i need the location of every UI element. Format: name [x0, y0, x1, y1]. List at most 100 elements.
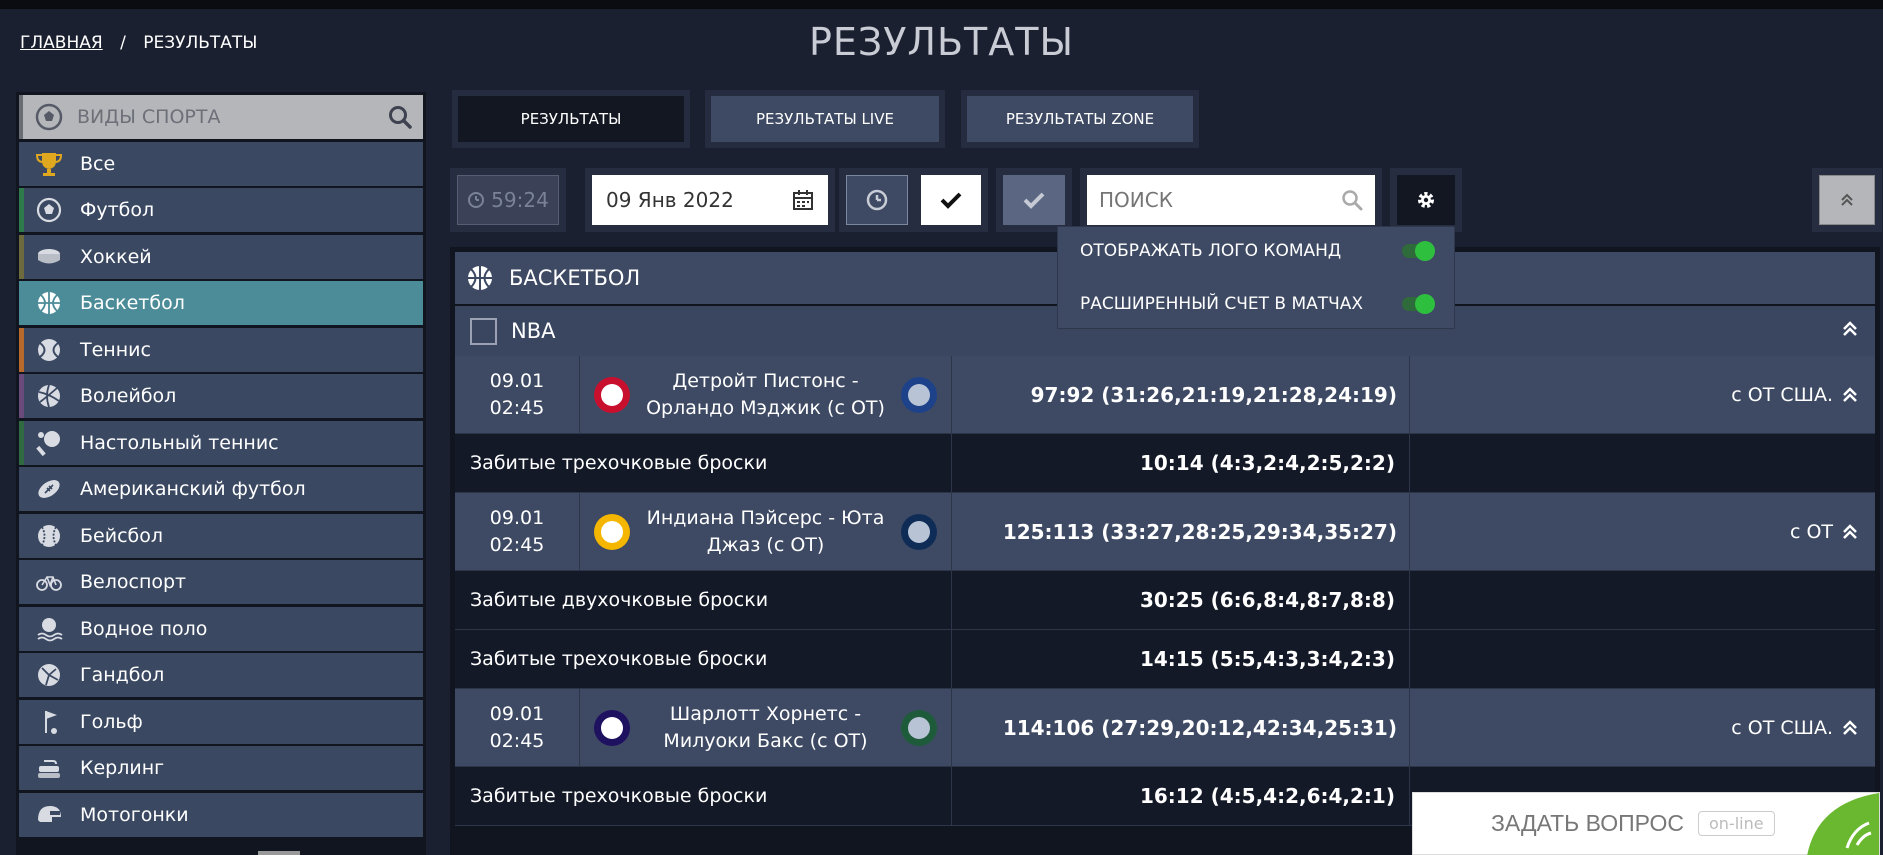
basketball-icon	[34, 288, 64, 318]
chat-widget[interactable]: ЗАДАТЬ ВОПРОС on-line	[1412, 792, 1880, 855]
chat-corner-icon	[1807, 793, 1879, 855]
sidebar-sport-item[interactable]: Футбол	[19, 188, 423, 232]
match-time: 02:45	[489, 729, 545, 752]
settings-box	[1390, 168, 1462, 232]
apply-checkbox[interactable]	[921, 175, 981, 225]
stat-empty-cell	[1410, 630, 1875, 688]
away-team-logo	[897, 510, 941, 554]
sidebar-sport-label: Баскетбол	[80, 292, 185, 314]
sidebar-sport-label: Волейбол	[80, 385, 177, 407]
stat-label: Забитые трехочковые броски	[455, 630, 952, 688]
sport-search-bar[interactable]: ВИДЫ СПОРТА	[19, 95, 423, 139]
collapse-all-button[interactable]	[1819, 175, 1875, 225]
match-stat-row: Забитые двухочковые броски 30:25 (6:6,8:4…	[455, 571, 1875, 630]
setting-extended-score[interactable]: РАСШИРЕННЫЙ СЧЕТ В МАТЧАХ	[1080, 289, 1435, 319]
match-stat-row: Забитые трехочковые броски 10:14 (4:3,2:4…	[455, 434, 1875, 493]
match-row[interactable]: 09.01 02:45 Шарлотт Хорнетс - Милуоки Бакс…	[455, 689, 1875, 767]
match-score: 114:106 (27:29,20:12,42:34,25:31)	[952, 689, 1410, 766]
date-picker[interactable]: 09 Янв 2022	[592, 175, 828, 225]
hockey-puck-icon	[34, 242, 64, 272]
match-datetime: 09.01 02:45	[455, 689, 580, 766]
sport-section-title: БАСКЕТБОЛ	[509, 266, 641, 290]
match-date: 09.01	[489, 369, 545, 392]
sidebar-sport-item[interactable]: Баскетбол	[19, 281, 423, 325]
confirm-button[interactable]	[1003, 175, 1065, 225]
match-stat-row: Забитые трехочковые броски 14:15 (5:5,4:3…	[455, 630, 1875, 689]
match-row[interactable]: 09.01 02:45 Детройт Пистонс - Орландо Мэдж…	[455, 356, 1875, 434]
sidebar-scrollbar-thumb[interactable]	[258, 851, 300, 855]
search-field[interactable]	[1087, 175, 1375, 225]
sidebar-sport-label: Хоккей	[80, 245, 152, 268]
match-note: с ОТ	[1410, 493, 1875, 570]
sidebar-sport-item[interactable]: Гандбол	[19, 653, 423, 697]
sidebar-sport-item[interactable]: Теннис	[19, 327, 423, 372]
tab-results-zone-wrap: РЕЗУЛЬТАТЫ ZONE	[961, 90, 1199, 148]
sidebar-sport-item[interactable]: Велоспорт	[19, 560, 423, 604]
clock-icon	[866, 189, 888, 211]
timer-box: 59:24	[450, 168, 566, 232]
sidebar-sport-item[interactable]: Мотогонки	[19, 792, 423, 837]
confirm-box	[996, 168, 1072, 232]
tab-results[interactable]: РЕЗУЛЬТАТЫ	[458, 96, 684, 142]
top-bar	[0, 0, 1883, 9]
tab-results-live[interactable]: РЕЗУЛЬТАТЫ LIVE	[711, 96, 939, 142]
time-box	[839, 168, 915, 232]
away-team-logo	[897, 373, 941, 417]
water-polo-icon	[34, 614, 64, 644]
search-icon[interactable]	[387, 104, 413, 130]
match-row[interactable]: 09.01 02:45 Индиана Пэйсерс - Юта Джаз (с …	[455, 493, 1875, 571]
double-chevron-up-icon[interactable]	[1841, 320, 1859, 338]
double-chevron-up-icon[interactable]	[1841, 719, 1859, 737]
sidebar-sport-item[interactable]: Водное поло	[19, 606, 423, 651]
toggle-switch[interactable]	[1402, 241, 1435, 261]
match-teams: Шарлотт Хорнетс - Милуоки Бакс (с ОТ)	[580, 689, 952, 766]
settings-button[interactable]	[1397, 175, 1455, 225]
calendar-icon[interactable]	[792, 189, 814, 211]
toggle-switch[interactable]	[1402, 294, 1435, 314]
table-tennis-icon	[34, 428, 64, 458]
tab-results-zone[interactable]: РЕЗУЛЬТАТЫ ZONE	[967, 96, 1193, 142]
tennis-ball-icon	[34, 335, 64, 365]
match-time: 02:45	[489, 533, 545, 556]
double-chevron-up-icon[interactable]	[1841, 386, 1859, 404]
sidebar-sport-item[interactable]: Волейбол	[19, 374, 423, 418]
match-score: 125:113 (33:27,28:25,29:34,35:27)	[952, 493, 1410, 570]
match-list: 09.01 02:45 Детройт Пистонс - Орландо Мэдж…	[455, 356, 1875, 826]
sidebar-sport-label: Теннис	[80, 338, 151, 361]
sidebar-sport-label: Мотогонки	[80, 803, 189, 826]
sidebar-sport-item[interactable]: Бейсбол	[19, 513, 423, 558]
stat-label: Забитые трехочковые броски	[455, 767, 952, 825]
double-chevron-up-icon[interactable]	[1841, 523, 1859, 541]
tab-results-live-wrap: РЕЗУЛЬТАТЫ LIVE	[705, 90, 945, 148]
chat-status-badge: on-line	[1697, 811, 1775, 836]
bicycle-icon	[34, 567, 64, 597]
sidebar-sport-item[interactable]: Гольф	[19, 699, 423, 744]
basketball-icon	[468, 266, 492, 290]
match-teams-names: Шарлотт Хорнетс - Милуоки Бакс (с ОТ)	[663, 702, 868, 752]
refresh-timer[interactable]: 59:24	[457, 175, 559, 225]
away-team-logo	[897, 706, 941, 750]
settings-dropdown: ОТОБРАЖАТЬ ЛОГО КОМАНД РАСШИРЕННЫЙ СЧЕТ …	[1057, 226, 1455, 329]
sidebar-sport-item[interactable]: Керлинг	[19, 746, 423, 790]
sidebar-sport-label: Бейсбол	[80, 524, 164, 547]
match-datetime: 09.01 02:45	[455, 356, 580, 433]
setting-label: ОТОБРАЖАТЬ ЛОГО КОМАНД	[1080, 241, 1342, 261]
sidebar-sport-item[interactable]: Все	[19, 141, 423, 186]
sidebar-sport-label: Водное поло	[80, 617, 208, 640]
league-checkbox[interactable]	[470, 317, 497, 345]
sidebar-sport-item[interactable]: Хоккей	[19, 234, 423, 279]
time-filter-button[interactable]	[846, 175, 908, 225]
home-team-logo	[590, 373, 634, 417]
sidebar-sport-label: Все	[80, 152, 116, 175]
match-note-text: с ОТ США.	[1731, 716, 1833, 739]
date-box: 09 Янв 2022	[585, 168, 835, 232]
double-chevron-up-icon	[1841, 193, 1853, 206]
sidebar-sport-item[interactable]: Американский футбол	[19, 467, 423, 511]
page-title: РЕЗУЛЬТАТЫ	[808, 20, 1075, 64]
search-input[interactable]	[1099, 188, 1319, 212]
stat-empty-cell	[1410, 434, 1875, 492]
search-icon[interactable]	[1341, 189, 1363, 211]
sidebar-sport-item[interactable]: Настольный теннис	[19, 420, 423, 465]
apply-box	[914, 168, 988, 232]
setting-show-team-logos[interactable]: ОТОБРАЖАТЬ ЛОГО КОМАНД	[1080, 236, 1435, 266]
